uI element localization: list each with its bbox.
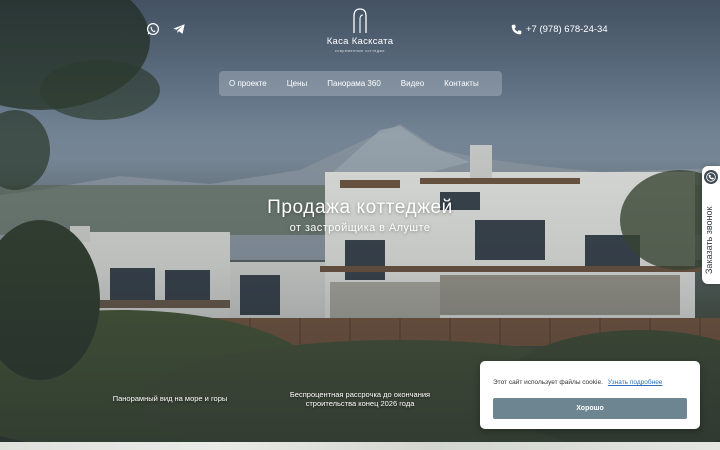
- phone-number: +7 (978) 678-24-34: [526, 24, 608, 35]
- logo-subtitle: современные коттеджи: [335, 49, 385, 53]
- cookie-message: Этот сайт использует файлы cookie. Узнать…: [493, 379, 662, 386]
- feature-panorama: Панорамный вид на море и горы: [112, 394, 228, 403]
- telegram-link[interactable]: [172, 22, 186, 36]
- hero-title: Продажа коттеджей: [267, 197, 453, 218]
- logo-name: Каса Касксата: [326, 36, 394, 47]
- cookie-text: Этот сайт использует файлы cookie.: [493, 379, 603, 386]
- site-logo[interactable]: Каса Касксата современные коттеджи: [320, 8, 400, 53]
- nav-item-panorama[interactable]: Панорама 360: [317, 71, 390, 96]
- hero-subtitle: от застройщика в Алуште: [289, 222, 431, 234]
- feature-installment: Беспроцентная рассрочка до окончания стр…: [289, 390, 431, 408]
- phone-icon: [511, 24, 522, 35]
- nav-item-prices[interactable]: Цены: [277, 71, 318, 96]
- nav-item-contacts[interactable]: Контакты: [434, 71, 489, 96]
- cookie-banner: Этот сайт использует файлы cookie. Узнать…: [480, 361, 700, 429]
- telegram-icon: [173, 24, 185, 34]
- nav-item-video[interactable]: Видео: [391, 71, 434, 96]
- nav-item-about[interactable]: О проекте: [219, 71, 277, 96]
- phone-link[interactable]: +7 (978) 678-24-34: [511, 24, 608, 35]
- social-links: [146, 22, 186, 36]
- logo-icon: [353, 8, 367, 33]
- callback-button[interactable]: Заказать звонок: [702, 166, 720, 284]
- cookie-learn-more-link[interactable]: Узнать подробнее: [608, 379, 663, 386]
- main-nav: О проекте Цены Панорама 360 Видео Контак…: [219, 71, 502, 96]
- cookie-accept-button[interactable]: Хорошо: [493, 398, 687, 419]
- whatsapp-link[interactable]: [146, 22, 160, 36]
- phone-callback-icon: [704, 170, 718, 184]
- next-section-edge: [0, 442, 720, 450]
- whatsapp-icon: [146, 22, 160, 36]
- callback-label: Заказать звонок: [704, 206, 714, 274]
